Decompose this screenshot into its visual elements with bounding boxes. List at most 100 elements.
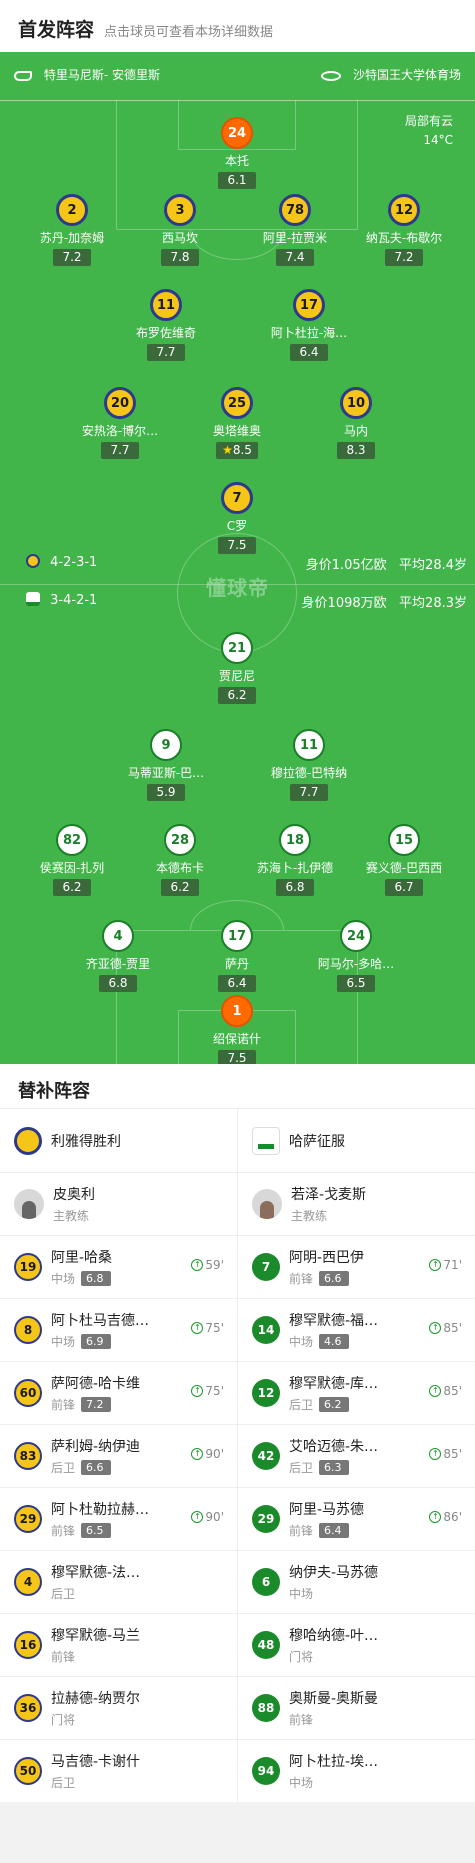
player-rating: 7.5	[218, 1050, 256, 1064]
sub-player-info: 穆罕默德-库… 后卫 6.2	[289, 1373, 378, 1413]
sub-on-icon: ↑	[191, 1448, 204, 1460]
sub-player-info: 穆罕默德-马兰 前锋	[51, 1625, 140, 1665]
sub-player-row[interactable]: 83 萨利姆-纳伊迪 后卫 6.6 ↑ 90'	[0, 1424, 237, 1487]
sub-player-row[interactable]: 19 阿里-哈桑 中场 6.8 ↑ 59'	[0, 1235, 237, 1298]
sub-player-row[interactable]: 42 艾哈迈德-朱… 后卫 6.3 ↑ 85'	[238, 1424, 475, 1487]
coach-avatar	[252, 1189, 282, 1219]
player-rating: 7.7	[147, 344, 185, 361]
sub-player-row[interactable]: 29 阿里-马苏德 前锋 6.4 ↑ 86'	[238, 1487, 475, 1550]
home-player[interactable]: 7 C罗 7.5	[182, 482, 292, 554]
sub-player-info: 穆罕默德-福… 中场 4.6	[289, 1310, 378, 1350]
away-player[interactable]: 82 侯赛因-扎列 6.2	[17, 824, 127, 896]
position-text: 中场	[289, 1587, 314, 1601]
sub-player-row[interactable]: 29 阿卜杜勒拉赫… 前锋 6.5 ↑ 90'	[0, 1487, 237, 1550]
away-player[interactable]: 21 贾尼尼 6.2	[182, 632, 292, 704]
player-rating: 6.6	[81, 1460, 112, 1475]
away-coach-row[interactable]: 若泽-戈麦斯 主教练	[238, 1172, 475, 1235]
jersey-number: 4	[102, 920, 134, 952]
away-player[interactable]: 15 赛义德-巴西西 6.7	[349, 824, 459, 896]
sub-player-row[interactable]: 7 阿明-西巴伊 前锋 6.6 ↑ 71'	[238, 1235, 475, 1298]
rating-value: 8.5	[232, 443, 252, 457]
away-player[interactable]: 17 萨丹 6.4	[182, 920, 292, 992]
away-player[interactable]: 18 苏海卜-扎伊德 6.8	[240, 824, 350, 896]
jersey-number: 10	[340, 387, 372, 419]
sub-on-time: ↑ 75'	[191, 1384, 224, 1398]
jersey-number: 19	[14, 1253, 42, 1281]
home-team-row[interactable]: 利雅得胜利	[0, 1108, 237, 1172]
sub-player-info: 阿卜杜拉-埃… 中场	[289, 1751, 378, 1791]
sub-player-row[interactable]: 94 阿卜杜拉-埃… 中场	[238, 1739, 475, 1802]
player-name: 本托	[224, 154, 249, 168]
away-player[interactable]: 24 阿马尔-多哈… 6.5	[301, 920, 411, 992]
jersey-number: 29	[14, 1505, 42, 1533]
player-rating: 5.9	[147, 784, 185, 801]
sub-player-row[interactable]: 88 奥斯曼-奥斯曼 前锋	[238, 1676, 475, 1739]
brand-watermark: 懂球帝	[206, 576, 269, 600]
temperature-text: 14°C	[423, 133, 453, 147]
home-player[interactable]: 2 苏丹-加奈姆 7.2	[17, 194, 127, 266]
player-name: 艾哈迈德-朱…	[289, 1439, 379, 1455]
away-team-logo-icon	[252, 1126, 280, 1155]
sub-player-info: 阿里-哈桑 中场 6.8	[51, 1247, 112, 1287]
sub-player-row[interactable]: 60 萨阿德-哈卡维 前锋 7.2 ↑ 75'	[0, 1361, 237, 1424]
sub-player-row[interactable]: 48 穆哈纳德-叶… 门将	[238, 1613, 475, 1676]
player-position: 前锋 6.5	[51, 1522, 149, 1539]
player-position: 中场 6.8	[51, 1270, 112, 1287]
sub-player-row[interactable]: 4 穆罕默德-法… 后卫	[0, 1550, 237, 1613]
player-name: 穆罕默德-马兰	[51, 1628, 141, 1644]
jersey-number: 36	[14, 1694, 42, 1722]
player-name: 阿卜杜拉-埃…	[289, 1754, 379, 1770]
position-text: 后卫	[51, 1776, 76, 1790]
player-name: 阿卜杜勒拉赫…	[51, 1502, 149, 1518]
jersey-number: 42	[252, 1442, 280, 1470]
away-player[interactable]: 9 马蒂亚斯-巴… 5.9	[111, 729, 221, 801]
away-player[interactable]: 4 齐亚德-贾里 6.8	[63, 920, 173, 992]
sub-player-info: 阿里-马苏德 前锋 6.4	[289, 1499, 364, 1539]
jersey-number: 21	[221, 632, 253, 664]
away-team-row[interactable]: 哈萨征服	[238, 1108, 475, 1172]
sub-on-time: ↑ 85'	[429, 1447, 462, 1461]
home-player[interactable]: 11 布罗佐维奇 7.7	[111, 289, 221, 361]
player-position: 门将	[289, 1648, 378, 1665]
home-player[interactable]: 78 阿里-拉贾米 7.4	[240, 194, 350, 266]
position-text: 后卫	[51, 1587, 76, 1601]
sub-on-time: ↑ 75'	[191, 1321, 224, 1335]
position-text: 中场	[51, 1272, 76, 1286]
away-player[interactable]: 28 本德布卡 6.2	[125, 824, 235, 896]
away-player[interactable]: 1 绍保诺什 7.5	[182, 995, 292, 1064]
sub-minute: 75'	[205, 1384, 224, 1398]
home-player[interactable]: 20 安热洛-博尔… 7.7	[65, 387, 175, 459]
sub-on-time: ↑ 71'	[429, 1258, 462, 1272]
player-name: 布罗佐维奇	[135, 326, 196, 340]
sub-player-row[interactable]: 50 马吉德-卡谢什 后卫	[0, 1739, 237, 1802]
sub-on-icon: ↑	[191, 1511, 204, 1523]
player-name: 纳瓦夫-布歇尔	[365, 231, 443, 245]
sub-player-info: 纳伊夫-马苏德 中场	[289, 1562, 378, 1602]
position-text: 前锋	[289, 1272, 314, 1286]
sub-player-row[interactable]: 14 穆罕默德-福… 中场 4.6 ↑ 85'	[238, 1298, 475, 1361]
sub-minute: 85'	[443, 1321, 462, 1335]
home-player[interactable]: 25 奥塔维奥 ★8.5	[182, 387, 292, 459]
jersey-number: 3	[164, 194, 196, 226]
sub-player-row[interactable]: 8 阿卜杜马吉德… 中场 6.9 ↑ 75'	[0, 1298, 237, 1361]
position-text: 门将	[51, 1713, 76, 1727]
player-name: 萨阿德-哈卡维	[51, 1376, 141, 1392]
home-player[interactable]: 10 马内 8.3	[301, 387, 411, 459]
home-player[interactable]: 17 阿卜杜拉-海… 6.4	[254, 289, 364, 361]
home-player[interactable]: 3 西马坎 7.8	[125, 194, 235, 266]
home-player[interactable]: 24 本托 6.1	[182, 117, 292, 189]
sub-player-row[interactable]: 16 穆罕默德-马兰 前锋	[0, 1613, 237, 1676]
home-player[interactable]: 12 纳瓦夫-布歇尔 7.2	[349, 194, 459, 266]
away-player[interactable]: 11 穆拉德-巴特纳 7.7	[254, 729, 364, 801]
home-coach-row[interactable]: 皮奥利 主教练	[0, 1172, 237, 1235]
sub-player-info: 奥斯曼-奥斯曼 前锋	[289, 1688, 378, 1728]
referee-info: 特里马尼斯- 安德里斯	[14, 66, 160, 83]
player-position: 前锋	[51, 1648, 140, 1665]
jersey-number: 4	[14, 1568, 42, 1596]
sub-player-row[interactable]: 36 拉赫德-纳贾尔 门将	[0, 1676, 237, 1739]
sub-player-info: 阿卜杜勒拉赫… 前锋 6.5	[51, 1499, 149, 1539]
position-text: 中场	[289, 1335, 314, 1349]
sub-player-row[interactable]: 12 穆罕默德-库… 后卫 6.2 ↑ 85'	[238, 1361, 475, 1424]
sub-player-row[interactable]: 6 纳伊夫-马苏德 中场	[238, 1550, 475, 1613]
sub-on-time: ↑ 86'	[429, 1510, 462, 1524]
